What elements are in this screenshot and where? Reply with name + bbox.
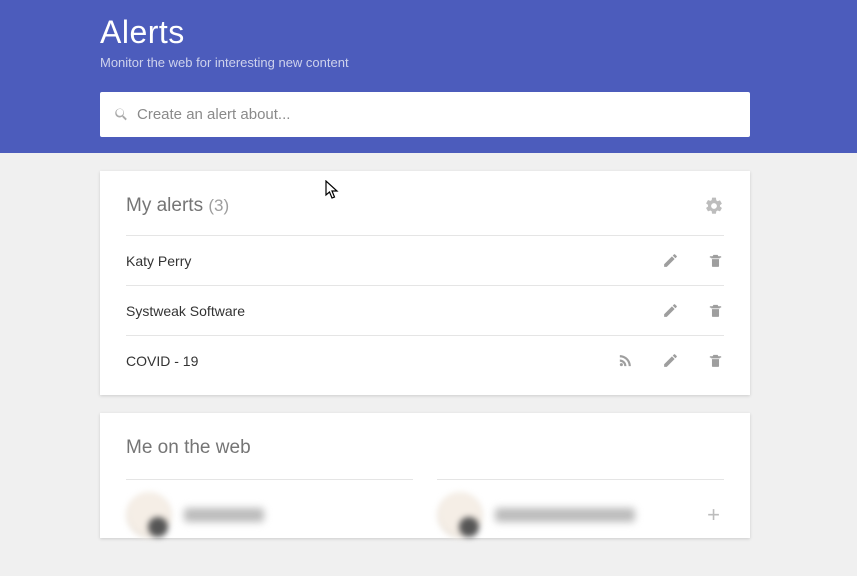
delete-icon[interactable]: [707, 302, 724, 319]
delete-icon[interactable]: [707, 252, 724, 269]
alert-actions: [662, 252, 724, 269]
alert-actions: [662, 302, 724, 319]
search-box[interactable]: [100, 92, 750, 137]
my-alerts-card: My alerts (3) Katy Perry Systweak Softwar…: [100, 171, 750, 395]
my-alerts-title: My alerts (3): [126, 195, 229, 217]
alert-actions: [617, 352, 724, 369]
settings-button[interactable]: [704, 196, 724, 216]
avatar: [126, 492, 172, 538]
alert-name: COVID - 19: [126, 353, 198, 369]
alert-row[interactable]: Systweak Software: [126, 286, 724, 336]
edit-icon[interactable]: [662, 302, 679, 319]
page-title: Alerts: [100, 14, 750, 51]
edit-icon[interactable]: [662, 352, 679, 369]
create-alert-input[interactable]: [137, 106, 736, 123]
add-button[interactable]: +: [703, 502, 724, 528]
edit-icon[interactable]: [662, 252, 679, 269]
me-on-web-card: Me on the web +: [100, 413, 750, 538]
rss-icon[interactable]: [617, 352, 634, 369]
blurred-name: [184, 508, 264, 522]
alert-row[interactable]: Katy Perry: [126, 236, 724, 286]
alert-row[interactable]: COVID - 19: [126, 336, 724, 385]
me-on-web-title: Me on the web: [126, 437, 251, 459]
web-item[interactable]: [126, 479, 413, 538]
header-banner: Alerts Monitor the web for interesting n…: [0, 0, 857, 153]
page-subtitle: Monitor the web for interesting new cont…: [100, 55, 750, 70]
blurred-name: [495, 508, 635, 522]
delete-icon[interactable]: [707, 352, 724, 369]
avatar: [437, 492, 483, 538]
web-item[interactable]: +: [437, 479, 724, 538]
alert-name: Katy Perry: [126, 253, 191, 269]
alert-name: Systweak Software: [126, 303, 245, 319]
search-icon: [114, 107, 129, 122]
